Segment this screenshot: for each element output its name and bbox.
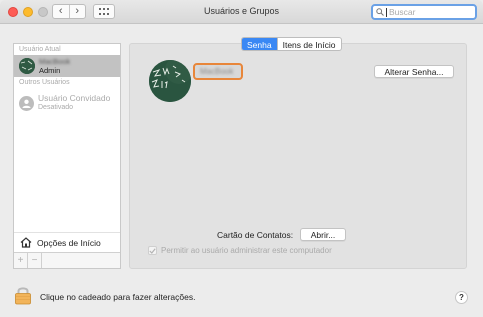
sidebar-item-guest-user[interactable]: Usuário Convidado Desativado (14, 88, 120, 114)
house-icon (20, 237, 32, 248)
login-options-item[interactable]: Opções de Início (14, 232, 120, 252)
help-button[interactable]: ? (455, 291, 468, 304)
full-name-field[interactable]: MacBook (193, 63, 243, 80)
current-user-section-label: Usuário Atual (19, 46, 61, 53)
other-users-section-label: Outros Usuários (19, 79, 70, 86)
tab-bar: Senha Itens de Início (241, 37, 342, 51)
guest-user-status: Desativado (38, 104, 74, 111)
text-caret (386, 7, 387, 17)
allow-admin-label: Permitir ao usuário administrar este com… (161, 246, 332, 255)
current-user-role: Admin (39, 66, 61, 75)
search-icon (376, 8, 384, 16)
users-groups-window: ‹ › Usuários e Grupos Buscar Usuário Atu… (0, 0, 483, 317)
add-remove-bar: + − (14, 252, 120, 268)
allow-admin-option: Permitir ao usuário administrar este com… (148, 246, 332, 255)
lock-message: Clique no cadeado para fazer alterações. (40, 292, 196, 302)
add-user-button[interactable]: + (14, 253, 28, 268)
search-input[interactable]: Buscar (371, 4, 477, 20)
sidebar-item-current-user[interactable]: MacBook Admin (14, 55, 120, 77)
lock-button[interactable] (14, 285, 32, 307)
open-contact-card-button[interactable]: Abrir... (300, 228, 346, 241)
tab-password[interactable]: Senha (242, 38, 277, 50)
user-picture[interactable] (149, 60, 191, 102)
change-password-button[interactable]: Alterar Senha... (374, 65, 454, 78)
person-icon (19, 95, 34, 111)
users-sidebar: Usuário Atual MacBook Admin Outros Usuár… (13, 43, 121, 269)
current-user-name: MacBook (39, 57, 71, 66)
full-name-value: MacBook (200, 67, 234, 76)
avatar (19, 58, 35, 74)
lock-icon (15, 287, 31, 305)
title-bar: ‹ › Usuários e Grupos Buscar (0, 0, 483, 24)
tab-login-items[interactable]: Itens de Início (276, 38, 341, 50)
guest-user-name: Usuário Convidado (38, 93, 111, 103)
search-placeholder: Buscar (389, 7, 416, 17)
remove-user-button[interactable]: − (28, 253, 42, 268)
checkmark-icon (149, 247, 156, 254)
login-options-label: Opções de Início (37, 237, 101, 248)
allow-admin-checkbox[interactable] (148, 246, 157, 255)
contact-card-label: Cartão de Contatos: (217, 230, 294, 240)
